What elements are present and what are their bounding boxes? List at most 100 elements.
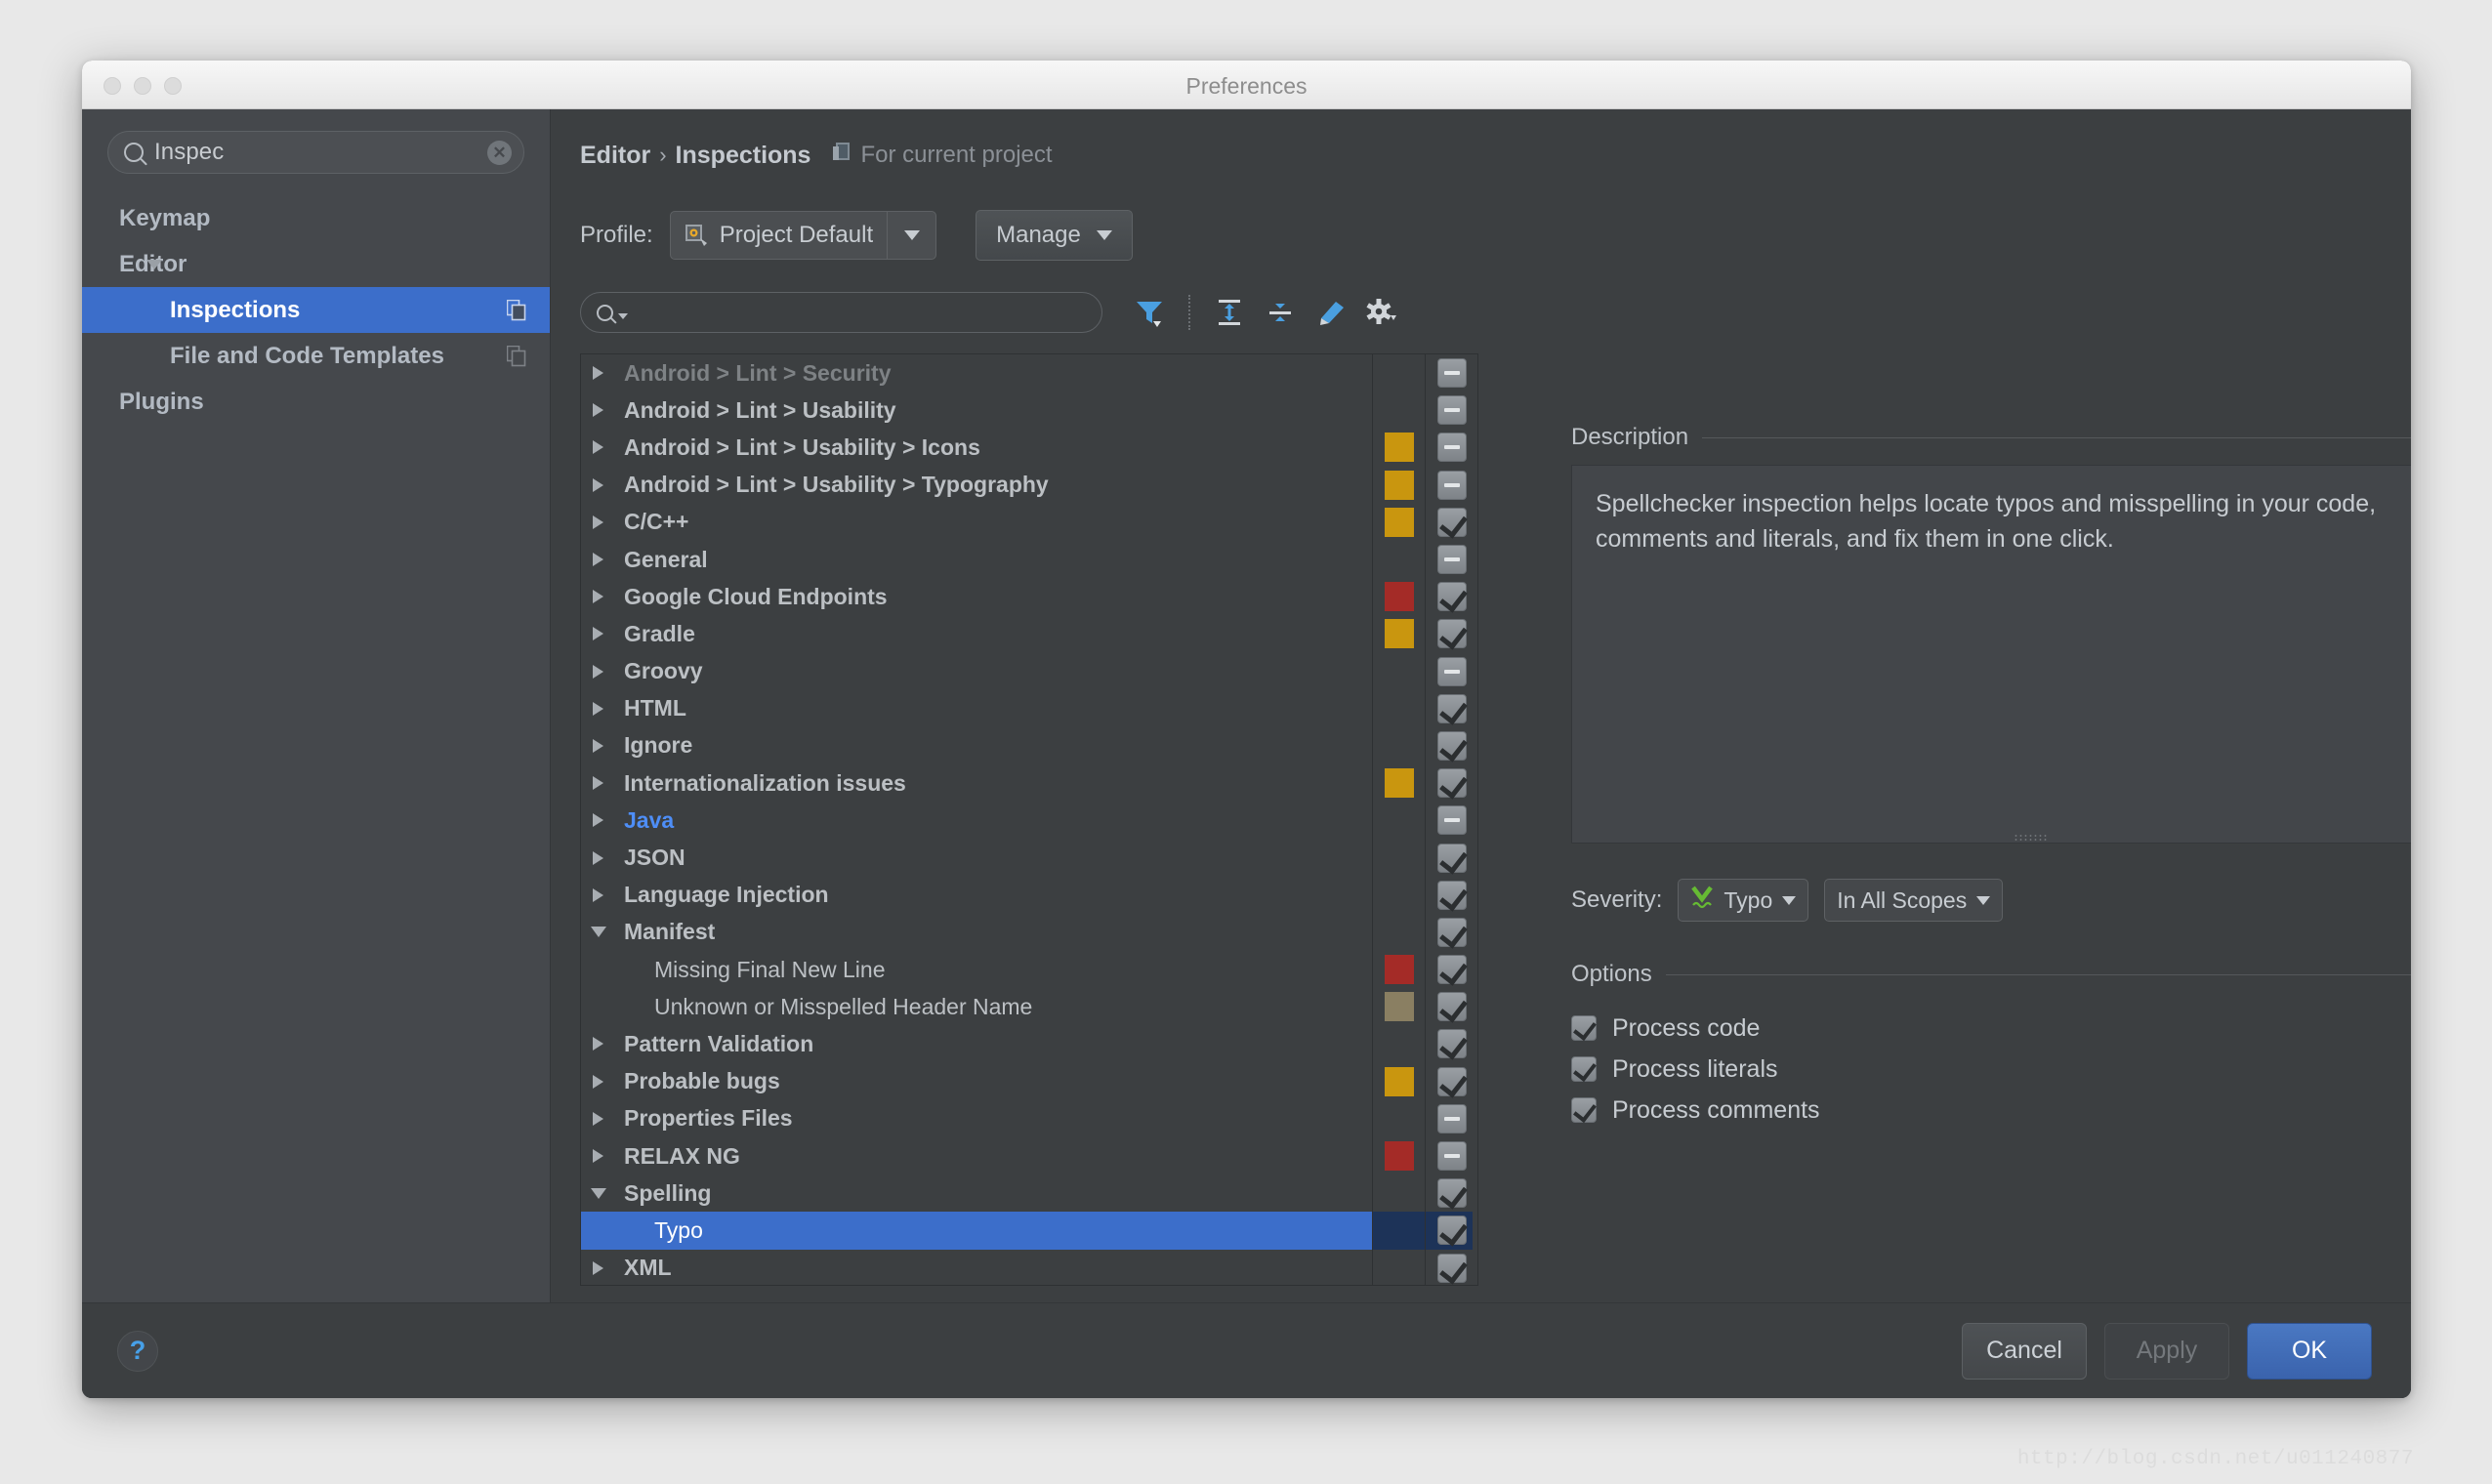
enable-checkbox-cell[interactable] xyxy=(1426,1063,1477,1100)
table-row[interactable]: Android > Lint > Usability > Typography xyxy=(581,467,1372,504)
checkbox-indeterminate-icon[interactable] xyxy=(1436,358,1467,389)
checkbox-indeterminate-icon[interactable] xyxy=(1436,545,1467,575)
checkbox-checked-icon[interactable] xyxy=(1436,582,1467,612)
enable-checkbox-cell[interactable] xyxy=(1426,914,1477,951)
checkbox-checked-icon[interactable] xyxy=(1436,955,1467,985)
sidebar-item-plugins[interactable]: Plugins xyxy=(82,379,550,425)
chevron-right-icon[interactable] xyxy=(593,627,603,641)
chevron-right-icon[interactable] xyxy=(593,366,603,381)
checkbox-indeterminate-icon[interactable] xyxy=(1436,1141,1467,1172)
table-row[interactable]: Typo xyxy=(581,1212,1372,1250)
enable-checkbox-cell[interactable] xyxy=(1426,354,1477,392)
table-row[interactable]: Manifest xyxy=(581,914,1372,951)
enable-checkbox-cell[interactable] xyxy=(1426,615,1477,652)
enable-checkbox-cell[interactable] xyxy=(1426,690,1477,727)
enable-checkbox-cell[interactable] xyxy=(1426,578,1477,615)
checkbox-checked-icon[interactable] xyxy=(1436,1178,1467,1209)
chevron-right-icon[interactable] xyxy=(593,553,603,567)
chevron-right-icon[interactable] xyxy=(593,776,603,791)
checkbox-indeterminate-icon[interactable] xyxy=(1436,470,1467,500)
option-row[interactable]: Process code xyxy=(1571,1008,2411,1049)
checkbox-checked-icon[interactable] xyxy=(1436,1253,1467,1283)
table-row[interactable]: Android > Lint > Security xyxy=(581,354,1372,392)
checkbox-indeterminate-icon[interactable] xyxy=(1436,1103,1467,1134)
chevron-right-icon[interactable] xyxy=(593,887,603,902)
sidebar-item-keymap[interactable]: Keymap xyxy=(82,195,550,241)
option-row[interactable]: Process comments xyxy=(1571,1090,2411,1131)
checkbox-indeterminate-icon[interactable] xyxy=(1436,805,1467,836)
table-row[interactable]: XML xyxy=(581,1250,1372,1286)
enable-checkbox-cell[interactable] xyxy=(1426,1100,1477,1137)
enable-checkbox-cell[interactable] xyxy=(1426,877,1477,914)
enable-checkbox-cell[interactable] xyxy=(1426,392,1477,429)
chevron-right-icon[interactable] xyxy=(593,813,603,828)
enable-checkbox-cell[interactable] xyxy=(1426,653,1477,690)
chevron-right-icon[interactable] xyxy=(593,1149,603,1164)
checkbox-checked-icon[interactable] xyxy=(1436,507,1467,537)
chevron-right-icon[interactable] xyxy=(593,515,603,529)
table-row[interactable]: RELAX NG xyxy=(581,1137,1372,1175)
checkbox-checked-icon[interactable] xyxy=(1436,1029,1467,1059)
severity-dropdown[interactable]: Typo xyxy=(1678,879,1809,922)
sidebar-item-inspections[interactable]: Inspections xyxy=(82,287,550,333)
sidebar-search-field[interactable]: Inspec ✕ xyxy=(107,131,524,174)
enable-checkbox-cell[interactable] xyxy=(1426,764,1477,802)
checkbox-checked-icon[interactable] xyxy=(1436,880,1467,910)
apply-button[interactable]: Apply xyxy=(2104,1322,2229,1380)
inspection-search-input[interactable] xyxy=(580,292,1102,333)
table-row[interactable]: JSON xyxy=(581,839,1372,876)
enable-checkbox-cell[interactable] xyxy=(1426,839,1477,876)
checkbox-checked-icon[interactable] xyxy=(1436,1216,1467,1246)
table-row[interactable]: Pattern Validation xyxy=(581,1025,1372,1062)
sidebar-item-editor[interactable]: Editor xyxy=(82,241,550,287)
enable-checkbox-cell[interactable] xyxy=(1426,1137,1477,1175)
gear-icon[interactable] xyxy=(1356,291,1407,334)
table-row[interactable]: Groovy xyxy=(581,653,1372,690)
chevron-right-icon[interactable] xyxy=(593,664,603,679)
enable-checkbox-cell[interactable] xyxy=(1426,429,1477,466)
enable-checkbox-cell[interactable] xyxy=(1426,1250,1477,1286)
table-row[interactable]: Language Injection xyxy=(581,877,1372,914)
chevron-right-icon[interactable] xyxy=(593,1260,603,1275)
checkbox-checked-icon[interactable] xyxy=(1436,917,1467,947)
chevron-right-icon[interactable] xyxy=(593,590,603,604)
enable-checkbox-cell[interactable] xyxy=(1426,727,1477,764)
chevron-right-icon[interactable] xyxy=(593,440,603,455)
checkbox-checked-icon[interactable] xyxy=(1436,730,1467,761)
table-row[interactable]: Missing Final New Line xyxy=(581,951,1372,988)
table-row[interactable]: Internationalization issues xyxy=(581,764,1372,802)
scope-dropdown[interactable]: In All Scopes xyxy=(1824,879,2004,922)
enable-checkbox-cell[interactable] xyxy=(1426,541,1477,578)
enable-checkbox-cell[interactable] xyxy=(1426,1212,1477,1250)
collapse-all-icon[interactable] xyxy=(1255,291,1306,334)
chevron-right-icon[interactable] xyxy=(593,1037,603,1051)
table-row[interactable]: Ignore xyxy=(581,727,1372,764)
profile-combo[interactable]: Project Default xyxy=(669,211,937,260)
table-row[interactable]: C/C++ xyxy=(581,504,1372,541)
inspection-tree-rows[interactable]: Android > Lint > Security Android > Lint … xyxy=(581,354,1372,1285)
table-row[interactable]: Android > Lint > Usability > Icons xyxy=(581,429,1372,466)
checkbox-checked-icon[interactable] xyxy=(1436,768,1467,799)
copy-icon[interactable] xyxy=(506,345,526,367)
manage-button[interactable]: Manage xyxy=(976,210,1133,261)
enable-checkbox-cell[interactable] xyxy=(1426,504,1477,541)
checkbox-checked-icon[interactable] xyxy=(1571,1056,1597,1082)
reset-icon[interactable] xyxy=(1306,291,1356,334)
enable-checkbox-cell[interactable] xyxy=(1426,802,1477,839)
enable-checkbox-cell[interactable] xyxy=(1426,951,1477,988)
table-row[interactable]: Unknown or Misspelled Header Name xyxy=(581,988,1372,1025)
table-row[interactable]: Google Cloud Endpoints xyxy=(581,578,1372,615)
checkbox-checked-icon[interactable] xyxy=(1436,1066,1467,1096)
resize-grip[interactable] xyxy=(2014,834,2047,841)
enable-checkbox-cell[interactable] xyxy=(1426,988,1477,1025)
checkbox-checked-icon[interactable] xyxy=(1436,693,1467,723)
table-row[interactable]: Java xyxy=(581,802,1372,839)
checkbox-indeterminate-icon[interactable] xyxy=(1436,395,1467,426)
enable-checkbox-cell[interactable] xyxy=(1426,1025,1477,1062)
filter-icon[interactable] xyxy=(1124,291,1175,334)
checkbox-indeterminate-icon[interactable] xyxy=(1436,433,1467,463)
profile-dropdown-button[interactable] xyxy=(887,212,935,259)
tree-scrollbar[interactable] xyxy=(1473,354,1477,1285)
chevron-right-icon[interactable] xyxy=(593,738,603,753)
chevron-right-icon[interactable] xyxy=(593,850,603,865)
